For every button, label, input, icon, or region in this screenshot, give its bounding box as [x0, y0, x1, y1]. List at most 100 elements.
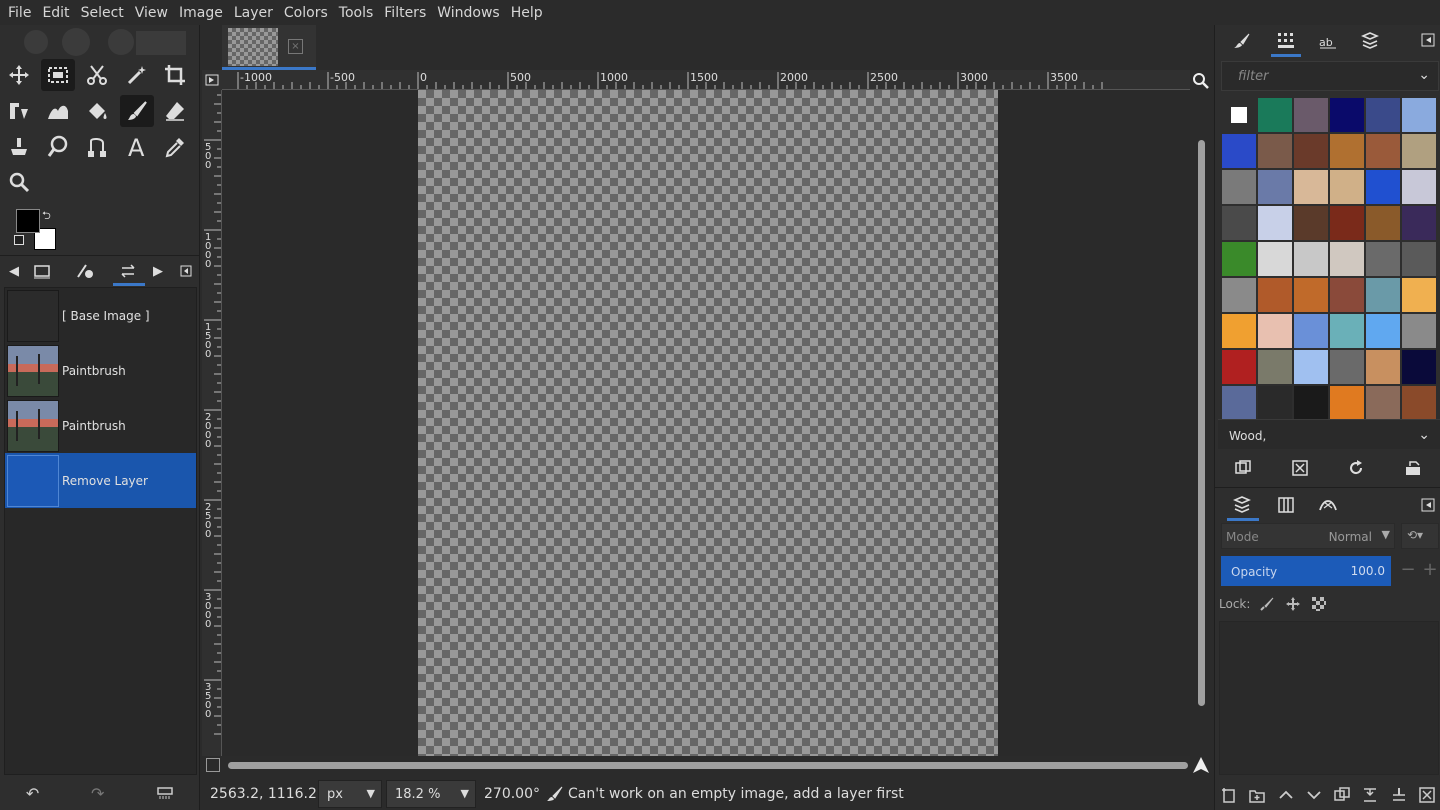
pattern-swatch[interactable] — [1258, 206, 1292, 240]
pattern-swatch[interactable] — [1330, 278, 1364, 312]
tab-images-icon[interactable] — [30, 260, 54, 282]
fuzzy-select-tool[interactable] — [120, 59, 154, 91]
tab-fonts[interactable]: ab — [1315, 29, 1341, 53]
pattern-swatch[interactable] — [1330, 314, 1364, 348]
pattern-swatch[interactable] — [1366, 98, 1400, 132]
pattern-swatch[interactable] — [1294, 242, 1328, 276]
tab-scroll-right-icon[interactable]: ▶ — [146, 260, 170, 282]
horizontal-scroll-thumb[interactable] — [228, 762, 1188, 769]
zoom-selector[interactable]: 18.2 % ▼ — [386, 780, 476, 808]
tab-tool-options-icon[interactable] — [73, 260, 97, 282]
clear-history-icon[interactable] — [156, 784, 174, 804]
vertical-scrollbar[interactable] — [1192, 90, 1210, 756]
crop-tool[interactable] — [158, 59, 192, 91]
pattern-swatch[interactable] — [1222, 206, 1256, 240]
pattern-swatch[interactable] — [1402, 314, 1436, 348]
tab-undo-history-icon[interactable] — [116, 260, 140, 282]
pattern-swatch[interactable] — [1222, 350, 1256, 384]
pattern-swatch[interactable] — [1222, 170, 1256, 204]
pattern-swatch[interactable] — [1330, 170, 1364, 204]
pattern-swatch[interactable] — [1366, 386, 1400, 420]
reset-colors-icon[interactable] — [14, 235, 24, 245]
unit-selector[interactable]: px ▼ — [318, 780, 382, 808]
pattern-swatch[interactable] — [1294, 386, 1328, 420]
menu-layer[interactable]: Layer — [232, 5, 282, 21]
layer-mode-select[interactable]: Mode Normal ▼ — [1221, 523, 1395, 549]
pattern-swatch[interactable] — [1366, 134, 1400, 168]
pattern-swatch[interactable] — [1222, 314, 1256, 348]
warp-transform-tool[interactable] — [41, 95, 75, 127]
tab-layers[interactable] — [1229, 494, 1255, 516]
raise-layer-icon[interactable] — [1277, 786, 1295, 804]
unified-transform-tool[interactable] — [2, 95, 36, 127]
layers-list[interactable] — [1219, 621, 1439, 775]
tab-brushes[interactable] — [1229, 29, 1255, 53]
pattern-swatch[interactable] — [1294, 206, 1328, 240]
anchor-layer-icon[interactable] — [1390, 786, 1408, 804]
image-tab[interactable]: × — [222, 25, 316, 70]
delete-layer-icon[interactable] — [1418, 786, 1436, 804]
pattern-swatch[interactable] — [1330, 386, 1364, 420]
smudge-tool[interactable] — [41, 131, 75, 163]
tab-channels[interactable] — [1273, 494, 1299, 516]
image-canvas[interactable] — [222, 90, 1190, 756]
ruler-corner[interactable] — [202, 70, 222, 90]
zoom-tool[interactable] — [2, 166, 36, 198]
pattern-swatch[interactable] — [1294, 278, 1328, 312]
pattern-swatch[interactable] — [1402, 278, 1436, 312]
undo-history-item-selected[interactable]: Remove Layer — [5, 453, 196, 508]
foreground-color-swatch[interactable] — [16, 209, 40, 233]
rect-select-tool[interactable] — [41, 59, 75, 91]
dock-menu-icon[interactable] — [174, 260, 198, 282]
undo-history-item[interactable]: [ Base Image ] — [5, 288, 196, 343]
refresh-patterns-icon[interactable] — [1347, 459, 1365, 477]
transparent-image[interactable] — [418, 90, 998, 756]
pattern-swatch[interactable] — [1222, 242, 1256, 276]
pattern-swatch[interactable] — [1366, 242, 1400, 276]
new-layer-group-icon[interactable] — [1248, 786, 1266, 804]
pattern-swatch[interactable] — [1222, 134, 1256, 168]
pattern-swatch[interactable] — [1258, 98, 1292, 132]
dock-menu-icon[interactable] — [1421, 33, 1435, 47]
chevron-down-icon[interactable]: ⌄ — [1418, 67, 1430, 83]
duplicate-layer-icon[interactable] — [1333, 786, 1351, 804]
lock-alpha-icon[interactable] — [1308, 595, 1330, 613]
menu-file[interactable]: File — [6, 5, 40, 21]
pattern-swatch[interactable] — [1330, 242, 1364, 276]
pattern-swatch[interactable] — [1366, 206, 1400, 240]
text-tool[interactable]: A — [120, 131, 154, 163]
eraser-tool[interactable] — [158, 95, 192, 127]
pattern-swatch[interactable] — [1258, 314, 1292, 348]
pattern-swatch[interactable] — [1330, 350, 1364, 384]
color-picker-tool[interactable] — [158, 131, 192, 163]
open-pattern-as-image-icon[interactable] — [1404, 459, 1422, 477]
menu-help[interactable]: Help — [509, 5, 552, 21]
pattern-swatch[interactable] — [1258, 278, 1292, 312]
merge-layer-icon[interactable] — [1361, 786, 1379, 804]
lock-position-icon[interactable] — [1282, 595, 1304, 613]
paintbrush-tool[interactable] — [120, 95, 154, 127]
pattern-swatch[interactable] — [1258, 170, 1292, 204]
menu-select[interactable]: Select — [79, 5, 133, 21]
pattern-swatch[interactable] — [1258, 386, 1292, 420]
navigate-image-icon[interactable] — [1192, 756, 1210, 774]
quick-mask-toggle-icon[interactable] — [206, 758, 220, 772]
menu-windows[interactable]: Windows — [435, 5, 509, 21]
tab-document-history[interactable] — [1357, 29, 1383, 53]
tab-patterns[interactable] — [1273, 29, 1299, 53]
pattern-swatch[interactable] — [1402, 206, 1436, 240]
tab-paths[interactable] — [1315, 494, 1341, 516]
pattern-swatch[interactable] — [1294, 170, 1328, 204]
redo-icon[interactable]: ↷ — [91, 784, 104, 803]
new-layer-icon[interactable] — [1220, 786, 1238, 804]
undo-icon[interactable]: ↶ — [26, 784, 39, 803]
lower-layer-icon[interactable] — [1305, 786, 1323, 804]
menu-colors[interactable]: Colors — [282, 5, 337, 21]
vertical-scroll-thumb[interactable] — [1198, 140, 1205, 706]
pattern-swatch[interactable] — [1330, 98, 1364, 132]
swap-colors-icon[interactable]: ⮌ — [42, 207, 51, 226]
zoom-image-icon[interactable] — [1192, 72, 1210, 90]
menu-view[interactable]: View — [133, 5, 177, 21]
horizontal-scrollbar[interactable] — [222, 756, 1190, 774]
close-image-icon[interactable]: × — [288, 39, 303, 54]
